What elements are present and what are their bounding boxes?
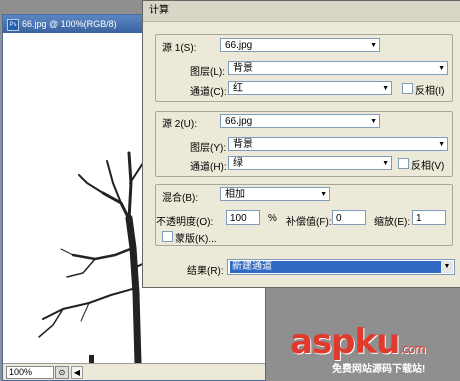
offset-field[interactable]: 0 — [332, 210, 366, 225]
chevron-down-icon: ▼ — [370, 42, 377, 49]
document-status-bar: 100% ⊙ ◀ — [3, 363, 265, 380]
chevron-down-icon: ▼ — [370, 118, 377, 125]
source2-channel-value: 绿 — [233, 158, 243, 169]
source1-invert-checkbox[interactable] — [402, 83, 413, 94]
source1-file-select[interactable]: 66.jpg ▼ — [220, 38, 380, 52]
mask-label[interactable]: 蒙版(K)... — [175, 230, 217, 245]
watermark-suffix: .com — [399, 342, 425, 356]
source2-invert-checkbox[interactable] — [398, 158, 409, 169]
source1-layer-value: 背景 — [233, 63, 253, 74]
result-label: 结果(R): — [187, 266, 224, 277]
source2-channel-select[interactable]: 绿 ▼ — [228, 156, 392, 170]
source2-file-value: 66.jpg — [225, 116, 253, 127]
result-value: 新建通道 — [230, 261, 442, 273]
mask-checkbox[interactable] — [162, 231, 173, 242]
chevron-down-icon: ▼ — [382, 85, 389, 92]
source2-group: 源 2(U): 66.jpg ▼ 图层(Y): 背景 ▼ 通道(H): 绿 ▼ 反相(… — [155, 111, 453, 177]
scale-field[interactable]: 1 — [412, 210, 446, 225]
source2-layer-select[interactable]: 背景 ▼ — [228, 137, 448, 151]
chevron-down-icon: ▼ — [438, 65, 445, 72]
source1-layer-select[interactable]: 背景 ▼ — [228, 61, 448, 75]
status-menu-icon[interactable]: ⊙ — [55, 366, 69, 379]
source1-channel-value: 红 — [233, 83, 243, 94]
chevron-down-icon: ▼ — [441, 261, 453, 273]
source1-invert-label: 反相(I) — [415, 86, 445, 97]
source2-layer-value: 背景 — [233, 139, 253, 150]
opacity-field[interactable]: 100 — [226, 210, 260, 225]
blending-label: 混合(B): — [162, 193, 199, 204]
chevron-down-icon: ▼ — [382, 160, 389, 167]
document-title: 66.jpg @ 100%(RGB/8) — [22, 19, 117, 29]
blending-group: 混合(B): 相加 ▼ 不透明度(O): 100 % 补偿值(F): 0 缩放(E… — [155, 184, 453, 246]
chevron-down-icon: ▼ — [438, 141, 445, 148]
calculations-dialog: 计算 源 1(S): 66.jpg ▼ 图层(L): 背景 ▼ 通道(C): 红 ▼ … — [142, 0, 460, 288]
zoom-level-field[interactable]: 100% — [6, 366, 54, 379]
source1-channel-label: 通道(C): — [190, 87, 227, 98]
scale-label: 缩放(E): — [374, 217, 411, 228]
chevron-down-icon: ▼ — [320, 191, 327, 198]
dialog-title: 计算 — [143, 1, 460, 22]
source1-file-value: 66.jpg — [225, 40, 253, 51]
source2-layer-label: 图层(Y): — [190, 143, 227, 154]
source2-channel-label: 通道(H): — [190, 162, 227, 173]
source1-label: 源 1(S): — [162, 43, 197, 54]
blending-mode-value: 相加 — [225, 189, 245, 200]
opacity-label: 不透明度(O): — [156, 217, 214, 228]
opacity-unit: % — [268, 213, 277, 224]
offset-label: 补偿值(F): — [286, 217, 332, 228]
source2-label: 源 2(U): — [162, 119, 197, 130]
scroll-left-arrow-icon[interactable]: ◀ — [71, 366, 83, 379]
source2-file-select[interactable]: 66.jpg ▼ — [220, 114, 380, 128]
result-select[interactable]: 新建通道 ▼ — [227, 259, 455, 275]
source2-invert-label: 反相(V) — [411, 161, 445, 172]
watermark-logo: aspku.com — [290, 322, 426, 362]
source1-group: 源 1(S): 66.jpg ▼ 图层(L): 背景 ▼ 通道(C): 红 ▼ 反相(… — [155, 34, 453, 102]
photoshop-icon: Ps — [7, 18, 19, 31]
watermark-subtitle: 免费网站源码下载站! — [332, 364, 426, 375]
blending-mode-select[interactable]: 相加 ▼ — [220, 187, 330, 201]
watermark-logo-text: aspku — [290, 322, 400, 362]
source1-channel-select[interactable]: 红 ▼ — [228, 81, 392, 95]
source1-layer-label: 图层(L): — [190, 67, 225, 78]
